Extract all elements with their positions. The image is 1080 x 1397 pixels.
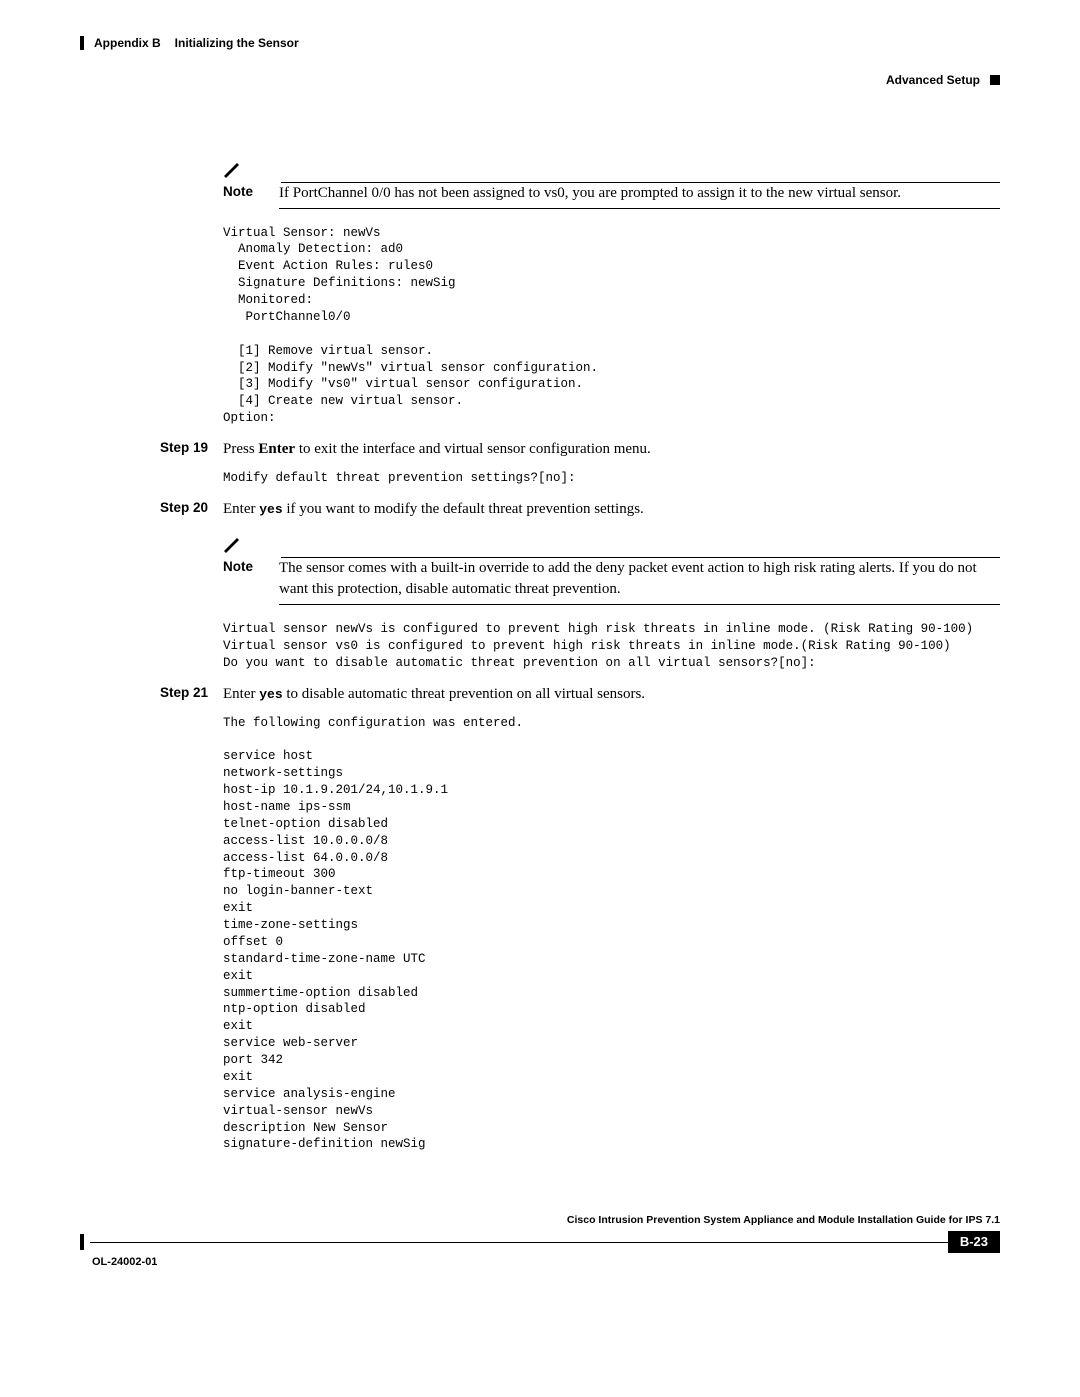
footer-line xyxy=(90,1242,948,1243)
chapter-title: Initializing the Sensor xyxy=(175,35,299,52)
note-label: Note xyxy=(223,183,279,202)
section-label: Advanced Setup xyxy=(886,72,980,89)
doc-number: OL-24002-01 xyxy=(92,1255,1000,1270)
appendix-label: Appendix B xyxy=(94,35,161,52)
note-pen-icon xyxy=(221,159,241,179)
footer-bar: B-23 xyxy=(80,1231,1000,1253)
step-text-20: Enter yes if you want to modify the defa… xyxy=(223,499,1000,520)
footer-guide-title: Cisco Intrusion Prevention System Applia… xyxy=(80,1213,1000,1228)
step-label-19: Step 19 xyxy=(160,439,223,458)
note-block-1: Note If PortChannel 0/0 has not been ass… xyxy=(223,159,1000,209)
note-bottom-rule xyxy=(279,604,1000,605)
step-20: Step 20 Enter yes if you want to modify … xyxy=(160,499,1000,520)
code-block-3: Virtual sensor newVs is configured to pr… xyxy=(223,621,1000,672)
page-content: Note If PortChannel 0/0 has not been ass… xyxy=(80,159,1000,1154)
header-left: Appendix B Initializing the Sensor xyxy=(80,35,313,52)
code-block-4: The following configuration was entered.… xyxy=(223,715,1000,1154)
step-21: Step 21 Enter yes to disable automatic t… xyxy=(160,684,1000,705)
page-header: Appendix B Initializing the Sensor xyxy=(80,35,1000,52)
note-bottom-rule xyxy=(279,208,1000,209)
page-footer: Cisco Intrusion Prevention System Applia… xyxy=(80,1213,1000,1270)
header-tick-mark xyxy=(80,36,84,50)
step-text-21: Enter yes to disable automatic threat pr… xyxy=(223,684,1000,705)
header-right: Advanced Setup xyxy=(80,72,1000,89)
note-pen-icon xyxy=(221,534,241,554)
step-label-21: Step 21 xyxy=(160,684,223,703)
note-block-2: Note The sensor comes with a built-in ov… xyxy=(223,534,1000,605)
note-label: Note xyxy=(223,558,279,577)
page-number: B-23 xyxy=(948,1231,1000,1253)
note-text-1: If PortChannel 0/0 has not been assigned… xyxy=(279,183,1000,204)
step-label-20: Step 20 xyxy=(160,499,223,518)
step-text-19: Press Enter to exit the interface and vi… xyxy=(223,439,1000,460)
code-block-2: Modify default threat prevention setting… xyxy=(223,470,1000,487)
code-block-1: Virtual Sensor: newVs Anomaly Detection:… xyxy=(223,225,1000,428)
footer-tick xyxy=(80,1234,84,1250)
header-square-marker xyxy=(990,75,1000,85)
note-text-2: The sensor comes with a built-in overrid… xyxy=(279,558,1000,600)
step-19: Step 19 Press Enter to exit the interfac… xyxy=(160,439,1000,460)
